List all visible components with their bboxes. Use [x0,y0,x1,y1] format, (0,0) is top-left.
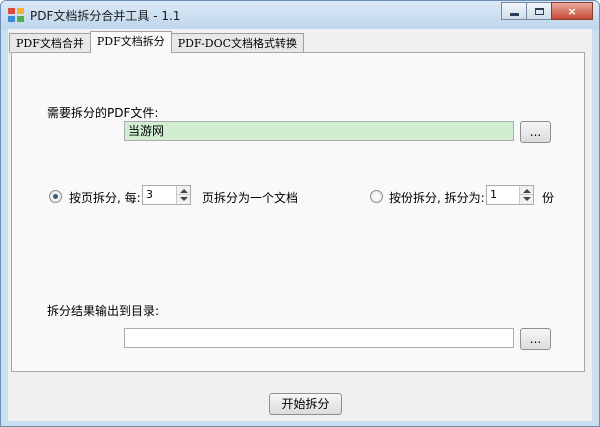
source-file-field[interactable]: 当游网 [124,121,514,141]
source-browse-button[interactable]: ... [520,121,551,143]
minimize-icon [509,12,519,16]
pages-per-doc-stepper[interactable]: 3 [142,185,191,205]
window-title: PDF文档拆分合并工具 - 1.1 [30,9,181,23]
close-icon: × [567,4,577,18]
pages-per-doc-arrows[interactable] [176,186,190,204]
tab-strip: PDF文档合并 PDF文档拆分 PDF-DOC文档格式转换 [9,31,305,53]
maximize-button[interactable] [526,2,552,20]
spinner-divider [520,194,533,195]
arrow-down-icon[interactable] [523,197,531,201]
close-button[interactable]: × [551,2,593,20]
title-bar[interactable]: PDF文档拆分合并工具 - 1.1 × [1,1,599,29]
client-area: PDF文档合并 PDF文档拆分 PDF-DOC文档格式转换 需要拆分的PDF文件… [8,29,592,421]
by-page-suffix: 页拆分为一个文档 [202,191,299,205]
by-copies-radio[interactable] [370,190,383,203]
output-dir-field[interactable] [124,328,514,348]
arrow-up-icon[interactable] [523,189,531,193]
copies-stepper[interactable]: 1 [486,185,534,205]
start-split-button[interactable]: 开始拆分 [269,393,342,415]
minimize-button[interactable] [501,2,527,20]
source-file-label: 需要拆分的PDF文件: [47,106,159,120]
arrow-down-icon[interactable] [180,197,188,201]
caption-buttons: × [501,2,593,20]
output-dir-label: 拆分结果输出到目录: [47,304,160,318]
copies-value: 1 [490,188,497,201]
output-browse-button[interactable]: ... [520,328,551,350]
tab-pdf-doc-convert[interactable]: PDF-DOC文档格式转换 [170,33,305,53]
by-page-label: 按页拆分, 每: [69,191,141,205]
pages-per-doc-value: 3 [146,188,153,201]
arrow-up-icon[interactable] [180,189,188,193]
spinner-divider [177,194,190,195]
tab-pdf-split[interactable]: PDF文档拆分 [89,31,172,53]
tab-pdf-merge[interactable]: PDF文档合并 [9,33,91,53]
maximize-icon [534,7,544,15]
main-window: PDF文档拆分合并工具 - 1.1 × PDF文档合并 PDF文档拆分 PDF-… [0,0,600,427]
by-page-radio[interactable] [49,190,62,203]
by-copies-suffix: 份 [542,191,555,205]
app-icon [8,8,24,22]
copies-arrows[interactable] [519,186,533,204]
by-copies-label: 按份拆分, 拆分为: [389,191,485,205]
split-panel: 需要拆分的PDF文件: 当游网 ... 按页拆分, 每: 3 页拆分为一个文档 … [11,52,585,372]
